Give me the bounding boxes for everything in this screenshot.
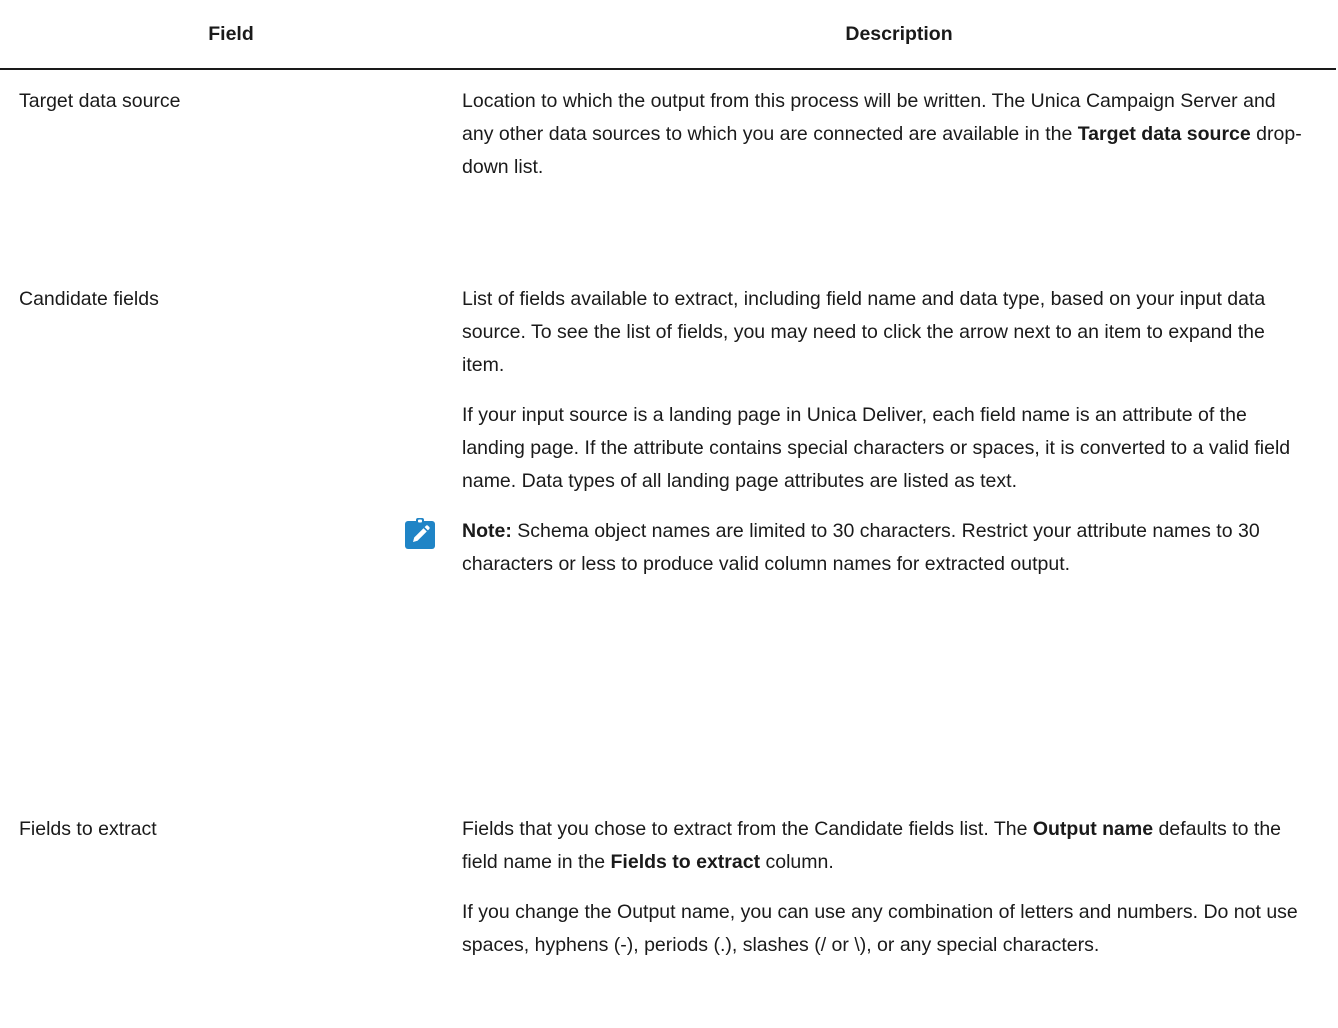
pencil-note-icon bbox=[405, 518, 435, 549]
note-label: Note: bbox=[462, 520, 512, 542]
field-description: List of fields available to extract, inc… bbox=[405, 283, 1312, 581]
field-name: Target data source bbox=[19, 90, 181, 112]
table-header: Field Description bbox=[0, 0, 1336, 70]
field-name: Fields to extract bbox=[19, 818, 157, 840]
table-row: Fields to extract Fields that you chose … bbox=[0, 813, 1336, 962]
note-block: Note: Schema object names are limited to… bbox=[389, 515, 1312, 581]
field-description: Fields that you chose to extract from th… bbox=[462, 813, 1312, 962]
field-description-table: Field Description bbox=[0, 0, 1336, 70]
description-paragraph: If you change the Output name, you can u… bbox=[462, 901, 1298, 956]
description-paragraph: Fields that you chose to extract from th… bbox=[462, 818, 1282, 873]
header-field: Field bbox=[208, 22, 254, 45]
table-row: Target data source Location to which the… bbox=[0, 85, 1336, 184]
description-paragraph: Location to which the output from this p… bbox=[462, 90, 1302, 178]
description-paragraph: If your input source is a landing page i… bbox=[462, 404, 1291, 492]
description-paragraph: List of fields available to extract, inc… bbox=[462, 288, 1266, 376]
field-description: Location to which the output from this p… bbox=[462, 85, 1312, 184]
header-description: Description bbox=[845, 22, 953, 45]
table-row: Candidate fields List of fields availabl… bbox=[0, 283, 1336, 581]
note-text: Schema object names are limited to 30 ch… bbox=[462, 520, 1260, 575]
